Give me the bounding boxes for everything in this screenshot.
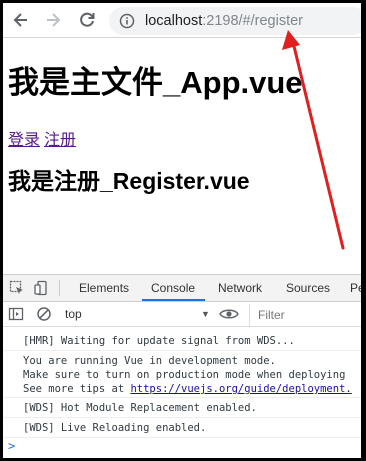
message-text: [HMR] Waiting for update signal from WDS… [23,335,295,347]
vue-docs-link[interactable]: https://vuejs.org/guide/deployment. [130,383,351,395]
devtools-panel: Elements Console Network Sources Pe top … [3,274,361,459]
devtools-tab-bar: Elements Console Network Sources Pe [3,275,361,302]
register-link[interactable]: 注册 [44,132,76,149]
back-arrow-icon[interactable] [11,10,31,30]
tab-separator [59,280,60,296]
live-expression-eye-icon[interactable] [219,306,239,322]
login-link[interactable]: 登录 [8,132,40,149]
console-toolbar: top ▼ [3,302,361,327]
dropdown-caret-icon: ▼ [201,309,210,319]
forward-arrow-icon[interactable] [43,10,63,30]
inspect-element-icon[interactable] [9,280,25,296]
tab-performance[interactable]: Pe [350,275,361,301]
message-text: You are running Vue in development mode. [23,355,276,367]
message-text: See more tips at [23,383,131,395]
main-heading: 我是主文件_App.vue [8,65,303,100]
address-bar[interactable]: localhost:2198/#/register [109,7,366,35]
tab-elements[interactable]: Elements [79,275,129,301]
tab-sources[interactable]: Sources [286,275,330,301]
tab-console[interactable]: Console [142,275,206,301]
url-host: localhost [145,13,203,29]
console-prompt[interactable]: > [8,439,15,453]
tab-network[interactable]: Network [218,275,262,301]
url-path: :2198/#/register [202,13,303,29]
device-toolbar-icon[interactable] [34,280,50,296]
nav-links: 登录 注册 [8,126,76,150]
console-messages: [HMR] Waiting for update signal from WDS… [3,327,361,459]
context-selector[interactable]: top ▼ [65,304,215,324]
message-text: Make sure to turn on production mode whe… [23,369,346,381]
console-message: [WDS] Live Reloading enabled. [3,418,361,438]
console-message: You are running Vue in development mode.… [3,351,361,398]
clear-console-icon[interactable] [36,306,52,322]
register-heading: 我是注册_Register.vue [8,168,250,194]
browser-toolbar: localhost:2198/#/register [3,3,366,38]
site-info-icon[interactable] [119,13,135,29]
message-text: [WDS] Live Reloading enabled. [23,422,207,434]
url-text: localhost:2198/#/register [145,12,303,30]
context-value: top [65,307,82,321]
sidebar-toggle-icon[interactable] [8,306,24,322]
console-message: [HMR] Waiting for update signal from WDS… [3,331,361,351]
reload-icon[interactable] [77,10,97,30]
console-filter-input[interactable] [249,304,361,326]
console-message: [WDS] Hot Module Replacement enabled. [3,398,361,418]
message-text: [WDS] Hot Module Replacement enabled. [23,402,257,414]
